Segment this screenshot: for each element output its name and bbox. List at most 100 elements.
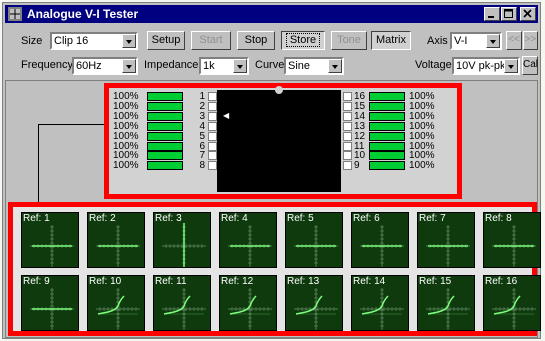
pin-checkbox[interactable] [208,101,217,111]
title-bar[interactable]: Analogue V-I Tester [5,5,538,23]
tone-button[interactable]: Tone [331,31,367,50]
pin-checkbox[interactable] [208,161,217,171]
axis-label: Axis [427,35,448,47]
pin-level-bar [147,131,183,141]
chevron-down-icon[interactable] [328,59,342,73]
pin-level-bar [369,151,405,161]
reference-label: Ref: 12 [221,276,254,287]
curve-select[interactable]: Sine [284,57,344,75]
pin-checkbox[interactable] [208,141,217,151]
start-button[interactable]: Start [191,31,231,50]
previous-button[interactable]: << [506,31,522,50]
main-window: Analogue V-I Tester Size Clip 16 Setup S… [2,2,541,339]
pin-level-bar [147,121,183,131]
reference-tile[interactable]: Ref: 6 [351,212,409,268]
window-title: Analogue V-I Tester [27,7,139,21]
pin-checkbox[interactable] [343,141,352,151]
reference-tile[interactable]: Ref: 5 [285,212,343,268]
chevron-down-icon[interactable] [233,59,247,73]
chevron-down-icon[interactable] [486,34,500,48]
pin-checkbox[interactable] [343,161,352,171]
reference-label: Ref: 6 [353,213,380,224]
reference-tile[interactable]: Ref: 16 [483,275,541,331]
stop-button[interactable]: Stop [237,31,275,50]
chevron-down-icon[interactable] [504,59,518,73]
pin-level-bar [369,141,405,151]
pin-level-bar [369,131,405,141]
pin-checkbox[interactable] [208,121,217,131]
next-button[interactable]: >> [523,31,538,50]
pin-checkbox[interactable] [343,151,352,161]
chevron-down-icon[interactable] [122,34,136,48]
axis-select[interactable]: V-I [450,32,502,50]
frequency-select[interactable]: 60Hz [72,57,138,75]
reference-tile[interactable]: Ref: 9 [21,275,79,331]
impedance-value: 1k [203,60,215,72]
reference-tile[interactable]: Ref: 12 [219,275,277,331]
pin-level-bar [369,101,405,111]
impedance-select[interactable]: 1k [199,57,249,75]
reference-tile[interactable]: Ref: 4 [219,212,277,268]
pin-row: 9 100% [343,161,503,171]
reference-tile[interactable]: Ref: 3 [153,212,211,268]
app-icon [8,7,22,21]
pin-level-bar [369,92,405,101]
matrix-button[interactable]: Matrix [371,31,411,50]
pin-checkbox[interactable] [208,111,217,121]
close-button[interactable] [520,7,536,21]
frequency-value: 60Hz [76,60,102,72]
maximize-button[interactable] [501,7,517,21]
pin-checkbox[interactable] [343,121,352,131]
pin-percent: 100% [113,160,139,172]
reference-tile[interactable]: Ref: 14 [351,275,409,331]
setup-button[interactable]: Setup [147,31,185,50]
minimize-icon [488,16,494,18]
reference-tile[interactable]: Ref: 15 [417,275,475,331]
reference-label: Ref: 9 [23,276,50,287]
reference-tile[interactable]: Ref: 13 [285,275,343,331]
pin-checkbox[interactable] [343,131,352,141]
pin-checkbox[interactable] [343,111,352,121]
voltage-select[interactable]: 10V pk-pk [452,57,520,75]
size-label: Size [21,35,43,47]
pin-level-bar [147,101,183,111]
size-select[interactable]: Clip 16 [50,32,138,50]
minimize-button[interactable] [484,7,500,21]
reference-label: Ref: 4 [221,213,248,224]
chip-panel: 100% 1 100% 2 100% 3 100% 4 100% 5 100% 6 100% 7 100% 8… [104,83,462,199]
ic-notch [275,86,283,94]
reference-label: Ref: 15 [419,276,452,287]
ic-package[interactable]: ◀ [217,86,341,192]
cal-button[interactable]: Cal [522,56,538,75]
reference-tile[interactable]: Ref: 1 [21,212,79,268]
pin-number: 8 [199,160,205,172]
reference-tile[interactable]: Ref: 8 [483,212,541,268]
pin-checkbox[interactable] [208,151,217,161]
store-button-label: Store [285,33,321,47]
reference-tile[interactable]: Ref: 11 [153,275,211,331]
pin-checkbox[interactable] [208,131,217,141]
pin-level-bar [369,121,405,131]
reference-tile[interactable]: Ref: 2 [87,212,145,268]
reference-label: Ref: 2 [89,213,116,224]
reference-label: Ref: 1 [23,213,50,224]
reference-tile[interactable]: Ref: 7 [417,212,475,268]
reference-tile[interactable]: Ref: 10 [87,275,145,331]
pin-level-bar [369,111,405,121]
store-button[interactable]: Store [281,31,325,50]
pin-percent: 100% [409,160,435,172]
reference-label: Ref: 13 [287,276,320,287]
pin-level-bar [147,111,183,121]
tester-canvas: 100% 1 100% 2 100% 3 100% 4 100% 5 100% 6 100% 7 100% 8… [5,80,541,338]
pin-checkbox[interactable] [343,101,352,111]
pin-level-bar [147,161,183,171]
pin-checkbox[interactable] [208,92,217,101]
reference-label: Ref: 16 [485,276,518,287]
pin-level-bar [147,141,183,151]
pin-level-bar [147,151,183,161]
chevron-down-icon[interactable] [122,59,136,73]
pin-marker-icon: ◀ [223,111,230,120]
reference-label: Ref: 11 [155,276,187,287]
curve-label: Curve [255,59,285,71]
pin-checkbox[interactable] [343,92,352,101]
